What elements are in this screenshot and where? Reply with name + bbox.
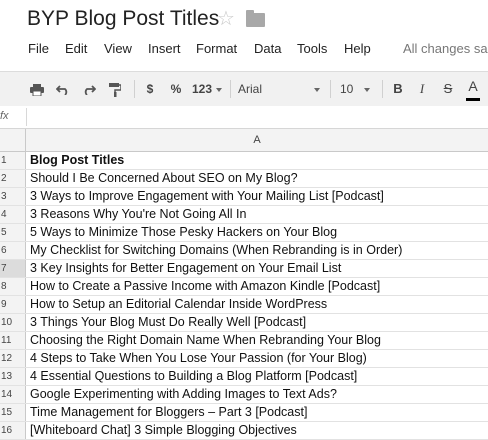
- currency-format-button[interactable]: $: [142, 72, 158, 106]
- row-header[interactable]: 10: [0, 314, 26, 331]
- cell-a4[interactable]: 3 Reasons Why You're Not Going All In: [30, 206, 246, 223]
- row-header[interactable]: 11: [0, 332, 26, 349]
- menu-format[interactable]: Format: [196, 41, 237, 56]
- table-row: 1 Blog Post Titles: [0, 152, 488, 170]
- strikethrough-button[interactable]: S: [440, 72, 456, 106]
- row-header[interactable]: 12: [0, 350, 26, 367]
- cell-a16[interactable]: [Whiteboard Chat] 3 Simple Blogging Obje…: [30, 422, 297, 439]
- row-header[interactable]: 4: [0, 206, 26, 223]
- formula-divider: [26, 108, 27, 126]
- folder-icon[interactable]: [246, 10, 265, 27]
- table-row: 4 3 Reasons Why You're Not Going All In: [0, 206, 488, 224]
- row-header[interactable]: 15: [0, 404, 26, 421]
- number-format-label: 123: [191, 82, 213, 96]
- menu-data[interactable]: Data: [254, 41, 281, 56]
- table-row: 13 4 Essential Questions to Building a B…: [0, 368, 488, 386]
- cell-a3[interactable]: 3 Ways to Improve Engagement with Your M…: [30, 188, 384, 205]
- font-size-value: 10: [340, 82, 354, 96]
- bold-button[interactable]: B: [390, 72, 406, 106]
- row-header[interactable]: 3: [0, 188, 26, 205]
- percent-format-button[interactable]: %: [168, 72, 184, 106]
- chevron-down-icon: [314, 87, 320, 92]
- table-row: 11 Choosing the Right Domain Name When R…: [0, 332, 488, 350]
- font-family-dropdown[interactable]: Arial: [238, 72, 324, 106]
- menu-view[interactable]: View: [104, 41, 132, 56]
- toolbar-divider: [230, 80, 231, 98]
- cell-a15[interactable]: Time Management for Bloggers – Part 3 [P…: [30, 404, 307, 421]
- row-header[interactable]: 1: [0, 152, 26, 169]
- cell-a10[interactable]: 3 Things Your Blog Must Do Really Well […: [30, 314, 306, 331]
- menu-tools[interactable]: Tools: [297, 41, 327, 56]
- formula-bar: fx: [0, 106, 488, 129]
- row-header[interactable]: 2: [0, 170, 26, 187]
- table-row: 8 How to Create a Passive Income with Am…: [0, 278, 488, 296]
- fx-icon: fx: [0, 110, 9, 122]
- menu-file[interactable]: File: [28, 41, 49, 56]
- redo-icon: [84, 85, 97, 96]
- redo-button[interactable]: [78, 72, 100, 106]
- number-format-dropdown[interactable]: 123: [190, 72, 224, 106]
- menu-insert[interactable]: Insert: [148, 41, 181, 56]
- sheet-grid: 1 Blog Post Titles 2 Should I Be Concern…: [0, 152, 488, 440]
- text-color-icon: A: [466, 74, 480, 101]
- paint-roller-icon: [109, 82, 122, 97]
- star-icon[interactable]: ☆: [217, 8, 235, 30]
- row-header[interactable]: 8: [0, 278, 26, 295]
- table-row: 7 3 Key Insights for Better Engagement o…: [0, 260, 488, 278]
- table-row: 5 5 Ways to Minimize Those Pesky Hackers…: [0, 224, 488, 242]
- cell-a6[interactable]: My Checklist for Switching Domains (When…: [30, 242, 402, 259]
- table-row: 12 4 Steps to Take When You Lose Your Pa…: [0, 350, 488, 368]
- menu-bar: File Edit View Insert Format Data Tools …: [0, 38, 488, 64]
- chevron-down-icon: [364, 87, 370, 92]
- toolbar-divider: [330, 80, 331, 98]
- table-row: 10 3 Things Your Blog Must Do Really Wel…: [0, 314, 488, 332]
- row-header[interactable]: 16: [0, 422, 26, 439]
- chevron-down-icon: [216, 87, 223, 92]
- row-header[interactable]: 5: [0, 224, 26, 241]
- table-row: 2 Should I Be Concerned About SEO on My …: [0, 170, 488, 188]
- column-header-a[interactable]: A: [26, 129, 488, 151]
- table-row: 14 Google Experimenting with Adding Imag…: [0, 386, 488, 404]
- document-title[interactable]: BYP Blog Post Titles: [27, 7, 219, 31]
- row-header[interactable]: 14: [0, 386, 26, 403]
- cell-a2[interactable]: Should I Be Concerned About SEO on My Bl…: [30, 170, 298, 187]
- menu-edit[interactable]: Edit: [65, 41, 87, 56]
- italic-button[interactable]: I: [414, 72, 430, 106]
- text-color-button[interactable]: A: [464, 72, 482, 106]
- table-row: 3 3 Ways to Improve Engagement with Your…: [0, 188, 488, 206]
- font-family-value: Arial: [238, 82, 263, 96]
- column-header-row: A: [0, 129, 488, 152]
- menu-help[interactable]: Help: [344, 41, 371, 56]
- toolbar-divider: [134, 80, 135, 98]
- cell-a13[interactable]: 4 Essential Questions to Building a Blog…: [30, 368, 357, 385]
- print-button[interactable]: [26, 72, 48, 106]
- title-bar: BYP Blog Post Titles ☆: [0, 0, 488, 38]
- row-header-selected[interactable]: 7: [0, 260, 26, 277]
- cell-a7[interactable]: 3 Key Insights for Better Engagement on …: [30, 260, 341, 277]
- cell-a11[interactable]: Choosing the Right Domain Name When Rebr…: [30, 332, 381, 349]
- cell-a14[interactable]: Google Experimenting with Adding Images …: [30, 386, 337, 403]
- cell-a8[interactable]: How to Create a Passive Income with Amaz…: [30, 278, 380, 295]
- toolbar: $ % 123 Arial 10 B I S A: [0, 71, 488, 107]
- cell-a1[interactable]: Blog Post Titles: [30, 152, 124, 169]
- font-size-dropdown[interactable]: 10: [336, 72, 376, 106]
- cell-a9[interactable]: How to Setup an Editorial Calendar Insid…: [30, 296, 327, 313]
- undo-icon: [55, 85, 68, 96]
- table-row: 15 Time Management for Bloggers – Part 3…: [0, 404, 488, 422]
- toolbar-divider: [382, 80, 383, 98]
- cell-a5[interactable]: 5 Ways to Minimize Those Pesky Hackers o…: [30, 224, 337, 241]
- save-status: All changes sa: [403, 41, 488, 56]
- print-icon: [30, 83, 44, 97]
- formula-input[interactable]: [30, 109, 480, 125]
- cell-a12[interactable]: 4 Steps to Take When You Lose Your Passi…: [30, 350, 367, 367]
- table-row: 16 [Whiteboard Chat] 3 Simple Blogging O…: [0, 422, 488, 440]
- select-all-corner[interactable]: [0, 129, 26, 151]
- table-row: 6 My Checklist for Switching Domains (Wh…: [0, 242, 488, 260]
- undo-button[interactable]: [52, 72, 74, 106]
- table-row: 9 How to Setup an Editorial Calendar Ins…: [0, 296, 488, 314]
- row-header[interactable]: 9: [0, 296, 26, 313]
- row-header[interactable]: 6: [0, 242, 26, 259]
- paint-format-button[interactable]: [104, 72, 126, 106]
- row-header[interactable]: 13: [0, 368, 26, 385]
